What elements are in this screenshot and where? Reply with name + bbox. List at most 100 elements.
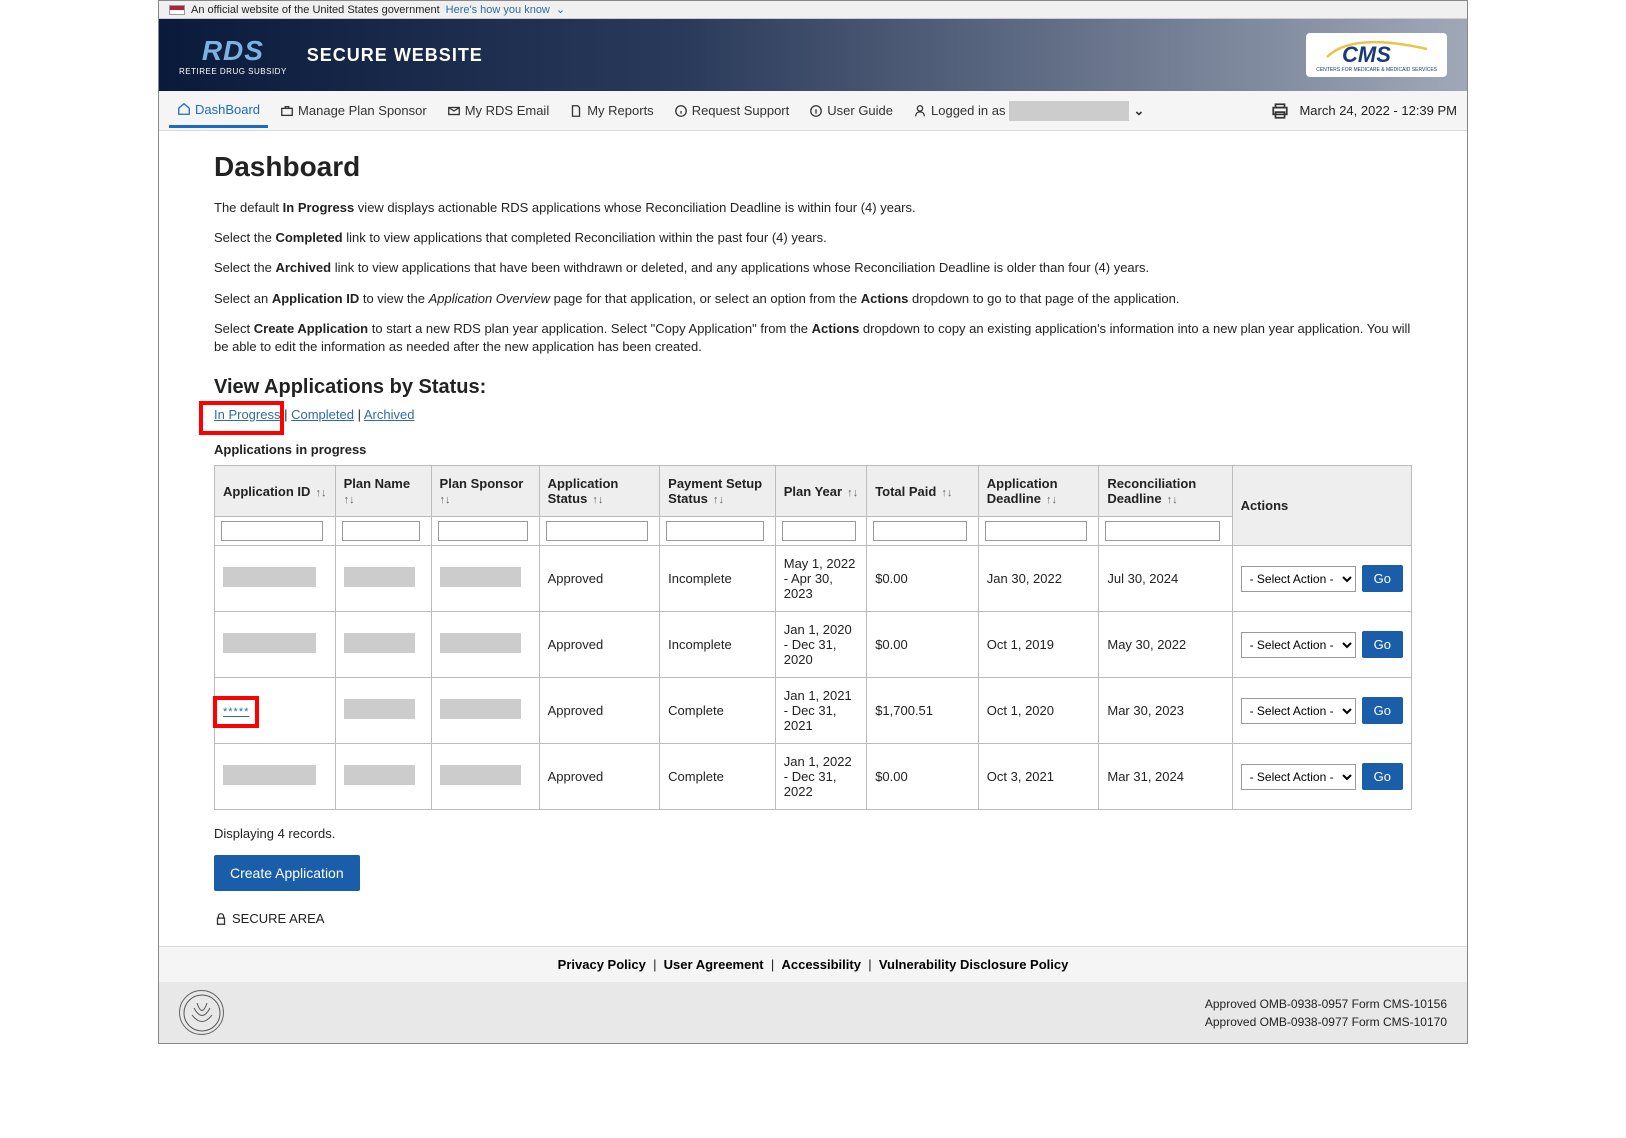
create-application-button[interactable]: Create Application <box>214 855 360 891</box>
cell-plan-year: Jan 1, 2021 - Dec 31, 2021 <box>775 678 866 744</box>
nav-my-rds-email[interactable]: My RDS Email <box>439 95 558 126</box>
redacted-block <box>344 567 415 587</box>
record-count: Displaying 4 records. <box>214 826 1412 841</box>
link-in-progress[interactable]: In Progress <box>214 407 280 422</box>
col-app-deadline[interactable]: Application Deadline ↑↓ <box>978 466 1099 517</box>
col-recon-deadline[interactable]: Reconciliation Deadline ↑↓ <box>1099 466 1232 517</box>
filter-app-id[interactable] <box>221 521 323 541</box>
col-app-status[interactable]: Application Status ↑↓ <box>539 466 660 517</box>
filter-plan-year[interactable] <box>782 521 857 541</box>
sort-icon: ↑↓ <box>710 494 724 506</box>
gov-banner: An official website of the United States… <box>159 1 1467 19</box>
col-actions: Actions <box>1232 466 1411 546</box>
nav-user-guide[interactable]: User Guide <box>801 95 901 126</box>
app-id-link[interactable]: ***** <box>223 706 249 718</box>
username-redacted <box>1009 101 1129 121</box>
cell-plan-year: Jan 1, 2020 - Dec 31, 2020 <box>775 612 866 678</box>
nav-my-reports[interactable]: My Reports <box>561 95 661 126</box>
nav-label: Logged in as <box>931 103 1005 118</box>
go-button[interactable]: Go <box>1362 565 1403 592</box>
nav-label: My RDS Email <box>465 103 550 118</box>
sort-icon: ↑↓ <box>312 487 326 499</box>
filter-recon-deadline[interactable] <box>1105 521 1219 541</box>
status-links: In Progress | Completed | Archived <box>214 407 1412 422</box>
nav-logged-in[interactable]: Logged in as ⌄ <box>905 93 1152 129</box>
cell-app-status: Approved <box>539 546 660 612</box>
cell-plan-name <box>335 612 431 678</box>
redacted-block <box>223 633 316 653</box>
redacted-block <box>440 633 522 653</box>
cell-plan-name <box>335 678 431 744</box>
nav-label: Request Support <box>692 103 790 118</box>
redacted-block <box>440 699 522 719</box>
header-title: SECURE WEBSITE <box>307 45 483 66</box>
filter-total-paid[interactable] <box>873 521 967 541</box>
footer-link-vulnerability[interactable]: Vulnerability Disclosure Policy <box>879 957 1069 972</box>
cell-total-paid: $0.00 <box>867 744 979 810</box>
intro-p3: Select the Archived link to view applica… <box>214 259 1412 277</box>
svg-text:CMS: CMS <box>1342 42 1391 67</box>
cell-app-id <box>215 546 336 612</box>
cell-recon-deadline: Mar 31, 2024 <box>1099 744 1232 810</box>
nav-label: Manage Plan Sponsor <box>298 103 427 118</box>
filter-plan-name[interactable] <box>342 521 421 541</box>
sort-icon: ↑↓ <box>1043 494 1057 506</box>
redacted-block <box>344 765 415 785</box>
col-plan-name[interactable]: Plan Name ↑↓ <box>335 466 431 517</box>
col-app-id[interactable]: Application ID ↑↓ <box>215 466 336 517</box>
nav-request-support[interactable]: Request Support <box>666 95 798 126</box>
footer-link-privacy[interactable]: Privacy Policy <box>558 957 646 972</box>
sort-icon: ↑↓ <box>844 487 858 499</box>
link-archived[interactable]: Archived <box>364 407 415 422</box>
rds-logo-text: RDS <box>202 35 264 67</box>
col-payment-status[interactable]: Payment Setup Status ↑↓ <box>660 466 776 517</box>
cell-total-paid: $0.00 <box>867 546 979 612</box>
go-button[interactable]: Go <box>1362 763 1403 790</box>
document-icon <box>569 104 583 118</box>
table-row: *****ApprovedCompleteJan 1, 2021 - Dec 3… <box>215 678 1412 744</box>
home-icon <box>177 102 191 116</box>
support-icon <box>674 104 688 118</box>
info-icon <box>809 104 823 118</box>
gov-banner-text: An official website of the United States… <box>191 4 440 16</box>
go-button[interactable]: Go <box>1362 631 1403 658</box>
filter-app-deadline[interactable] <box>985 521 1087 541</box>
sort-icon: ↑↓ <box>344 494 355 506</box>
col-total-paid[interactable]: Total Paid ↑↓ <box>867 466 979 517</box>
filter-app-status[interactable] <box>546 521 648 541</box>
cell-app-status: Approved <box>539 612 660 678</box>
intro-p2: Select the Completed link to view applic… <box>214 229 1412 247</box>
go-button[interactable]: Go <box>1362 697 1403 724</box>
lock-icon <box>214 912 228 926</box>
filter-payment-status[interactable] <box>666 521 763 541</box>
footer-link-accessibility[interactable]: Accessibility <box>781 957 861 972</box>
footer-link-user-agreement[interactable]: User Agreement <box>664 957 764 972</box>
footer-bottom: Approved OMB-0938-0957 Form CMS-10156 Ap… <box>159 982 1467 1043</box>
cell-total-paid: $0.00 <box>867 612 979 678</box>
redacted-block <box>223 567 316 587</box>
nav-manage-plan-sponsor[interactable]: Manage Plan Sponsor <box>272 95 435 126</box>
cell-plan-sponsor <box>431 744 539 810</box>
cell-actions: - Select Action -Go <box>1232 678 1411 744</box>
col-plan-sponsor[interactable]: Plan Sponsor ↑↓ <box>431 466 539 517</box>
cell-recon-deadline: Jul 30, 2024 <box>1099 546 1232 612</box>
cell-app-id <box>215 744 336 810</box>
table-row: ApprovedIncompleteMay 1, 2022 - Apr 30, … <box>215 546 1412 612</box>
nav-bar: DashBoard Manage Plan Sponsor My RDS Ema… <box>159 91 1467 131</box>
action-select[interactable]: - Select Action - <box>1241 632 1356 658</box>
gov-banner-link[interactable]: Here's how you know <box>446 4 550 16</box>
action-select[interactable]: - Select Action - <box>1241 764 1356 790</box>
cell-actions: - Select Action -Go <box>1232 612 1411 678</box>
filter-plan-sponsor[interactable] <box>438 521 528 541</box>
chevron-down-icon[interactable]: ⌄ <box>1133 103 1144 119</box>
cell-payment-status: Complete <box>660 744 776 810</box>
link-completed[interactable]: Completed <box>291 407 354 422</box>
action-select[interactable]: - Select Action - <box>1241 566 1356 592</box>
hhs-seal-icon <box>179 990 224 1035</box>
cell-app-deadline: Oct 1, 2019 <box>978 612 1099 678</box>
print-icon[interactable] <box>1271 102 1289 120</box>
col-plan-year[interactable]: Plan Year ↑↓ <box>775 466 866 517</box>
header: RDS RETIREE DRUG SUBSIDY SECURE WEBSITE … <box>159 19 1467 91</box>
nav-dashboard[interactable]: DashBoard <box>169 94 268 128</box>
action-select[interactable]: - Select Action - <box>1241 698 1356 724</box>
